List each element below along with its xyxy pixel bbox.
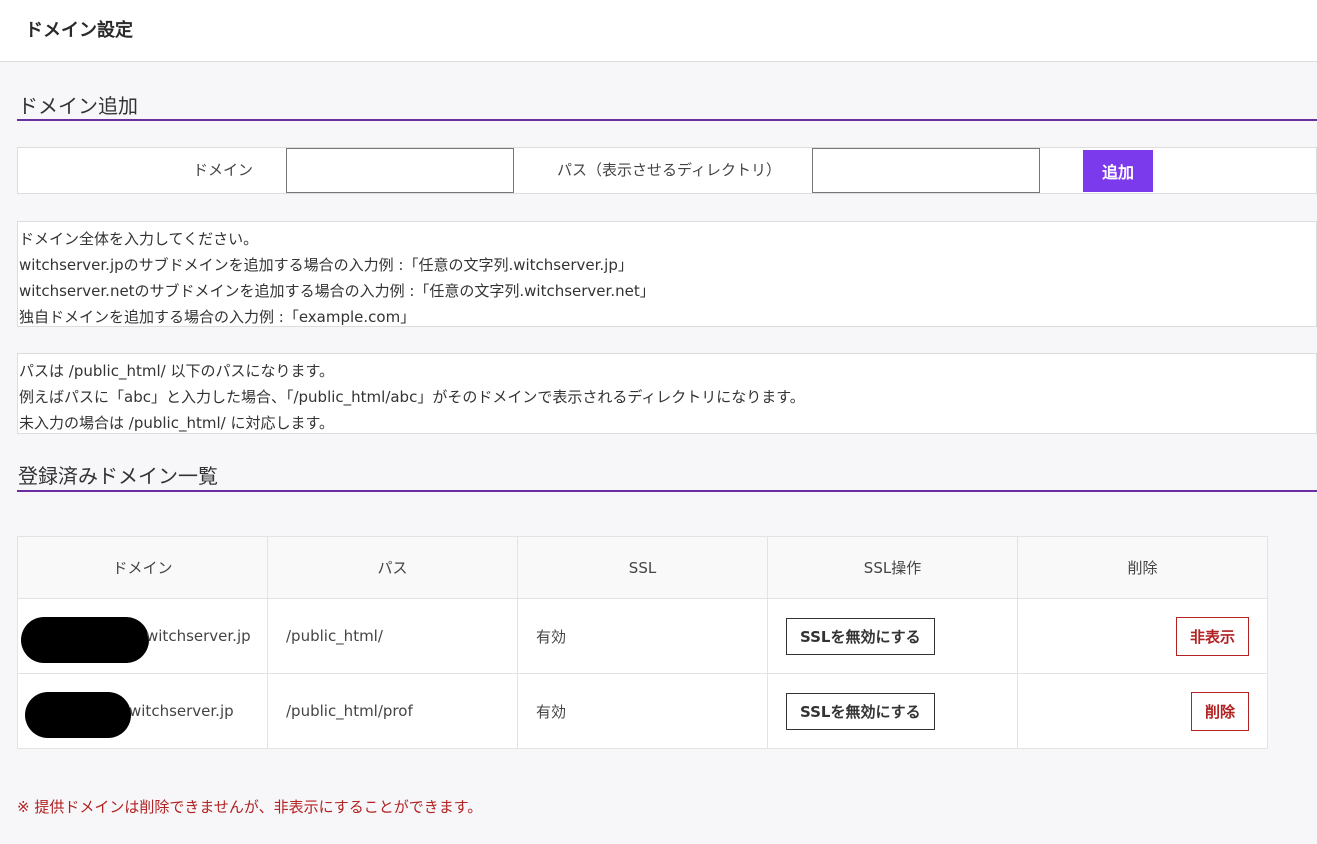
redaction-mark (25, 692, 131, 738)
ssl-action-cell: SSLを無効にする (767, 673, 1018, 749)
domain-name: witchserver.jp (146, 627, 251, 645)
page-header: ドメイン設定 (0, 0, 1317, 62)
disable-ssl-button[interactable]: SSLを無効にする (786, 617, 935, 655)
path-cell: /public_html/ (267, 598, 518, 674)
ssl-status-cell: 有効 (517, 673, 768, 749)
column-header-ssl: SSL (517, 536, 768, 599)
path-input[interactable] (812, 148, 1040, 193)
table-row: witchserver.jp /public_html/prof 有効 SSLを… (17, 673, 1268, 749)
delete-button[interactable]: 削除 (1190, 691, 1249, 731)
domain-help-line: witchserver.netのサブドメインを追加する場合の入力例 :「任意の文… (19, 282, 655, 300)
footnote: ※ 提供ドメインは削除できませんが、非表示にすることができます。 (17, 798, 483, 816)
domain-name: witchserver.jp (129, 702, 234, 720)
domain-help-box: ドメイン全体を入力してください。 witchserver.jpのサブドメインを追… (17, 221, 1317, 327)
domain-list-heading: 登録済みドメイン一覧 (17, 460, 1317, 492)
path-cell: /public_html/prof (267, 673, 518, 749)
ssl-status-cell: 有効 (517, 598, 768, 674)
domain-label: ドメイン (193, 161, 254, 179)
domain-cell: witchserver.jp (17, 598, 268, 674)
path-help-line: 例えばパスに「abc」と入力した場合、「/public_html/abc」がその… (19, 388, 805, 406)
path-help-line: パスは /public_html/ 以下のパスになります。 (19, 362, 334, 380)
add-domain-heading: ドメイン追加 (17, 90, 1317, 121)
path-help-box: パスは /public_html/ 以下のパスになります。 例えばパスに「abc… (17, 353, 1317, 434)
domain-cell: witchserver.jp (17, 673, 268, 749)
column-header-ssl-action: SSL操作 (767, 536, 1018, 599)
domain-help-line: ドメイン全体を入力してください。 (19, 230, 259, 248)
page-title: ドメイン設定 (25, 20, 133, 41)
path-label: パス（表示させるディレクトリ） (557, 161, 781, 179)
domain-help-line: 独自ドメインを追加する場合の入力例 :「example.com」 (19, 308, 416, 326)
domain-input[interactable] (286, 148, 514, 193)
add-domain-form: ドメイン パス（表示させるディレクトリ） 追加 (17, 147, 1317, 194)
column-header-domain: ドメイン (17, 536, 268, 599)
ssl-action-cell: SSLを無効にする (767, 598, 1018, 674)
redaction-mark (21, 617, 149, 663)
table-row: witchserver.jp /public_html/ 有効 SSLを無効にす… (17, 598, 1268, 674)
domain-help-line: witchserver.jpのサブドメインを追加する場合の入力例 :「任意の文字… (19, 256, 633, 274)
hide-button[interactable]: 非表示 (1175, 616, 1249, 656)
domain-table: ドメイン パス SSL SSL操作 削除 witchserver.jp /pub… (17, 536, 1268, 749)
path-help-line: 未入力の場合は /public_html/ に対応します。 (19, 414, 334, 432)
delete-cell: 削除 (1017, 673, 1268, 749)
table-header-row: ドメイン パス SSL SSL操作 削除 (17, 536, 1268, 599)
column-header-delete: 削除 (1017, 536, 1268, 599)
delete-cell: 非表示 (1017, 598, 1268, 674)
column-header-path: パス (267, 536, 518, 599)
disable-ssl-button[interactable]: SSLを無効にする (786, 692, 935, 730)
add-button[interactable]: 追加 (1083, 150, 1153, 192)
